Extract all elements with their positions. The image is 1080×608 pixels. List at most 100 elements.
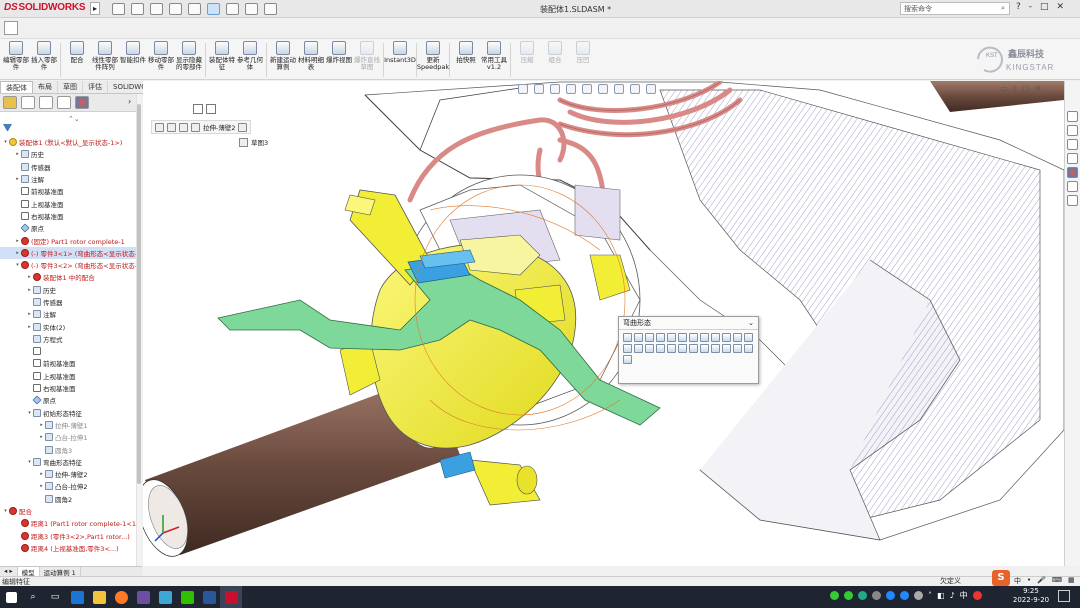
tree-expand-icon[interactable]: ▸	[14, 176, 21, 182]
rebuild-icon[interactable]	[226, 3, 239, 15]
command-tab-0[interactable]: 装配体	[0, 81, 33, 93]
ribbon-button-13[interactable]: Instant3D	[384, 39, 416, 79]
zoom-selection-icon[interactable]	[744, 333, 753, 342]
appearance-icon[interactable]	[630, 84, 640, 94]
ribbon-button-2[interactable]: 配合	[63, 39, 91, 79]
chevron-down-icon[interactable]: ⌄	[748, 319, 754, 327]
tree-expand-icon[interactable]: ▸	[26, 324, 33, 330]
design-library-icon[interactable]	[1067, 125, 1078, 136]
tab-model[interactable]: 模型	[17, 567, 40, 577]
tree-row[interactable]: ▸ 注解	[0, 308, 136, 320]
view-orientation-icon[interactable]	[582, 84, 592, 94]
ribbon-button-19[interactable]: 压凹	[569, 39, 597, 79]
tree-row[interactable]: ▸ 凸台-拉伸2	[0, 480, 136, 492]
tree-row[interactable]: ▸ 历史	[0, 148, 136, 160]
tree-row[interactable]: 距离1 (Part1 rotor complete-1<1>...)	[0, 517, 136, 529]
tab-motion-study[interactable]: 运动算例 1	[40, 567, 81, 577]
tree-row[interactable]: 原点	[0, 222, 136, 234]
suppress-feature-icon[interactable]	[645, 333, 654, 342]
tray-chevron-icon[interactable]: ˄	[928, 591, 932, 600]
collapse-arrows-icon[interactable]: ⌃⌄	[68, 115, 80, 123]
display-style-icon[interactable]	[598, 84, 608, 94]
ribbon-button-15[interactable]: 拍快照	[452, 39, 480, 79]
tree-row[interactable]: ▾ 装配体1 (默认<默认_显示状态-1>)	[0, 136, 136, 148]
rollback-icon[interactable]	[656, 333, 665, 342]
undo-icon[interactable]	[188, 3, 201, 15]
filter-icon[interactable]	[3, 124, 12, 133]
tree-row[interactable]: ▾ (-) 零件3<2> (弯曲形态<显示状态-1>)	[0, 259, 136, 271]
solidworks-resources-icon[interactable]	[1067, 111, 1078, 122]
tree-row[interactable]: ▾ 初始形态特征	[0, 407, 136, 419]
search-icon[interactable]: ⌕	[22, 586, 44, 608]
measure-icon[interactable]	[722, 344, 731, 353]
command-tab-3[interactable]: 评估	[83, 81, 108, 93]
print-icon[interactable]	[169, 3, 182, 15]
ribbon-button-6[interactable]: 显示隐藏的零部件	[175, 39, 203, 79]
tray-app2-icon[interactable]	[844, 591, 853, 600]
sketch-label[interactable]: 草图3	[251, 137, 268, 147]
ribbon-button-16[interactable]: 常用工具v1.2	[480, 39, 508, 79]
command-tab-2[interactable]: 草图	[58, 81, 83, 93]
feature-manager-tab-icon[interactable]	[3, 96, 17, 109]
command-tab-1[interactable]: 布局	[33, 81, 58, 93]
tree-expand-icon[interactable]: ▾	[26, 410, 33, 416]
tray-app4-icon[interactable]	[872, 591, 881, 600]
viewport-close-icon[interactable]: ✕	[1035, 84, 1042, 93]
breadcrumb-body-icon[interactable]	[179, 122, 188, 132]
tray-app7-icon[interactable]	[914, 591, 923, 600]
tree-expand-icon[interactable]: ▾	[14, 262, 21, 268]
zoom-area-icon[interactable]	[534, 84, 544, 94]
select-icon[interactable]	[207, 3, 220, 15]
scroll-left-icon[interactable]: ◂ ▸	[0, 567, 18, 576]
tree-row[interactable]: ▸ 装配体1 中的配合	[0, 271, 136, 283]
tree-row[interactable]: 前视基准面	[0, 357, 136, 369]
breadcrumb-sketch-icon[interactable]	[238, 122, 248, 132]
tree-expand-icon[interactable]: ▾	[2, 139, 9, 145]
edit-sketch-icon[interactable]	[634, 333, 643, 342]
forum-icon[interactable]	[1067, 195, 1078, 206]
tray-app5-icon[interactable]	[886, 591, 895, 600]
breadcrumb-face-icon[interactable]	[191, 122, 200, 132]
tree-row[interactable]: 原点	[0, 394, 136, 406]
media-icon[interactable]	[132, 586, 154, 608]
tree-row[interactable]: ▸ 拉伸-薄壁2	[0, 468, 136, 480]
previous-view-icon[interactable]	[550, 84, 560, 94]
tree-row[interactable]: ▾ 配合	[0, 505, 136, 517]
tree-row[interactable]: ▸ 拉伸-薄壁1	[0, 419, 136, 431]
edit-part-icon[interactable]	[634, 344, 643, 353]
search-icon[interactable]: ⌕	[1001, 4, 1005, 13]
file-explorer-icon[interactable]	[1067, 139, 1078, 150]
ribbon-button-7[interactable]: 装配体特征	[208, 39, 236, 79]
configuration-manager-tab-icon[interactable]	[39, 96, 53, 109]
tree-expand-icon[interactable]: ▸	[38, 434, 45, 440]
tree-row[interactable]: ▸ 实体(2)	[0, 320, 136, 332]
tree-row[interactable]	[0, 345, 136, 357]
outlook-icon[interactable]	[66, 586, 88, 608]
tray-sogou-icon[interactable]	[972, 591, 982, 600]
tree-expand-icon[interactable]: ▸	[14, 250, 21, 256]
breadcrumb-part-icon[interactable]	[167, 122, 176, 132]
sogou-ime-icon[interactable]: S	[992, 570, 1010, 586]
ime-language[interactable]: 中	[1014, 576, 1021, 586]
tree-row[interactable]: 右视基准面	[0, 210, 136, 222]
view-normal-icon[interactable]	[733, 333, 742, 342]
skin-icon[interactable]: ▦	[1068, 576, 1075, 586]
close-button[interactable]: ✕	[1057, 2, 1065, 12]
tree-expand-icon[interactable]: ▸	[26, 287, 33, 293]
new-document-icon[interactable]	[112, 3, 125, 15]
breadcrumb-feature[interactable]: 拉伸-薄壁2	[203, 122, 235, 132]
transparency-icon[interactable]	[689, 333, 698, 342]
tray-app6-icon[interactable]	[900, 591, 909, 600]
custom-properties-icon[interactable]	[1067, 181, 1078, 192]
tree-row[interactable]: 圆角2	[0, 493, 136, 505]
solidworks-taskbar-icon[interactable]	[220, 586, 242, 608]
ime-punct-icon[interactable]: •	[1027, 576, 1031, 586]
mic-icon[interactable]: 🎤	[1037, 576, 1046, 586]
viewport-maximize-icon[interactable]: ▢	[1022, 84, 1030, 93]
open-part-icon[interactable]	[623, 344, 632, 353]
viewport-tile-icon[interactable]: ▯	[1013, 84, 1017, 93]
tray-app3-icon[interactable]	[858, 591, 867, 600]
rotate-icon[interactable]	[689, 344, 698, 353]
viewport-restore-icon[interactable]: ▭	[1000, 84, 1008, 93]
tree-expand-icon[interactable]: ▸	[38, 422, 45, 428]
